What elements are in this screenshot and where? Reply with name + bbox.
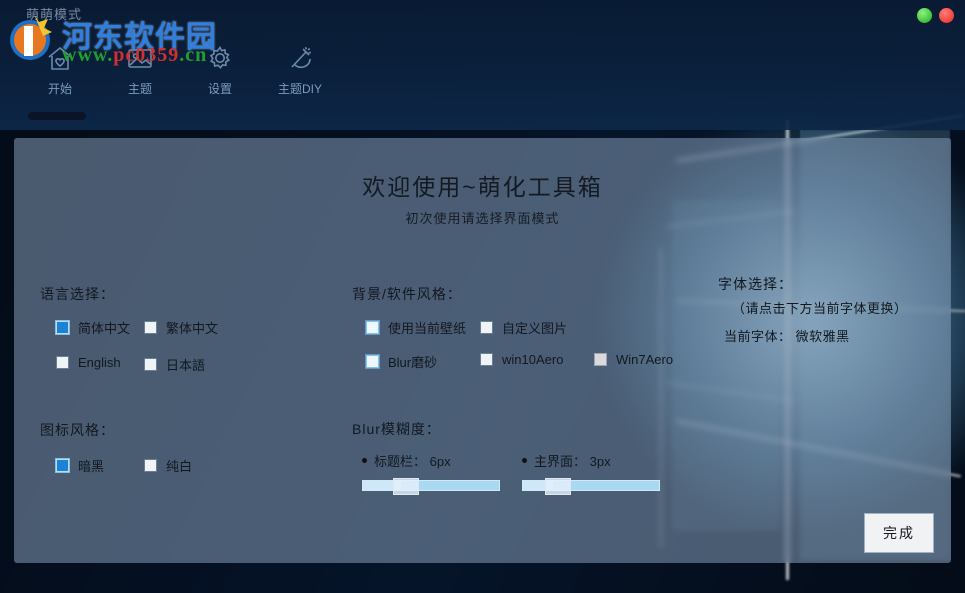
option-label: 使用当前壁纸 [388, 318, 466, 337]
blur-section-label: Blur模糊度： [352, 419, 441, 439]
font-section: 字体选择： （请点击下方当前字体更换） [718, 274, 908, 317]
current-font-value[interactable]: 当前字体： 微软雅黑 [724, 326, 850, 345]
font-section-label: 字体选择： [718, 274, 908, 294]
main-nav: 开始 主题 设置 [20, 38, 340, 97]
background-option-blur[interactable]: Blur磨砂 [366, 352, 437, 371]
checkbox-icon [144, 321, 157, 334]
option-label: 纯白 [166, 456, 192, 475]
background-option-win7aero[interactable]: Win7Aero [594, 352, 673, 367]
slider-caption: 标题栏： 6px [374, 451, 451, 470]
option-label: 繁体中文 [166, 318, 218, 337]
language-option-english[interactable]: English [56, 355, 121, 370]
nav-item-theme-diy[interactable]: 主题DIY [260, 38, 340, 97]
option-label: 自定义图片 [502, 318, 567, 337]
icon-style-section-label: 图标风格： [40, 420, 115, 440]
slider-thumb[interactable] [393, 478, 419, 495]
page-title: 欢迎使用~萌化工具箱 [14, 168, 951, 202]
slider-caption-row: 主界面： 3px [522, 451, 660, 470]
checkbox-icon [56, 459, 69, 472]
font-section-hint: （请点击下方当前字体更换） [732, 298, 908, 317]
slider-track[interactable] [522, 480, 660, 491]
checkbox-icon [480, 353, 493, 366]
slider-thumb[interactable] [545, 478, 571, 495]
option-label: 日本語 [166, 355, 205, 374]
background-style-section-label: 背景/软件风格： [352, 284, 462, 304]
nav-active-indicator [28, 112, 86, 120]
checkbox-icon [144, 358, 157, 371]
gear-icon [180, 38, 260, 78]
nav-label: 开始 [20, 80, 100, 97]
option-label: Win7Aero [616, 352, 673, 367]
checkbox-icon [594, 353, 607, 366]
picture-icon [100, 38, 180, 78]
magic-wand-icon [260, 38, 340, 78]
checkbox-icon [56, 356, 69, 369]
language-option-traditional-chinese[interactable]: 繁体中文 [144, 318, 218, 337]
option-label: win10Aero [502, 352, 563, 367]
bullet-icon [522, 458, 527, 463]
option-label: 简体中文 [78, 318, 130, 337]
slider-track[interactable] [362, 480, 500, 491]
background-option-win10aero[interactable]: win10Aero [480, 352, 563, 367]
slider-caption: 主界面： 3px [534, 451, 611, 470]
close-button[interactable] [939, 8, 954, 23]
nav-label: 主题 [100, 80, 180, 97]
minimize-button[interactable] [917, 8, 932, 23]
checkbox-icon [366, 321, 379, 334]
background-option-custom-image[interactable]: 自定义图片 [480, 318, 567, 337]
nav-item-theme[interactable]: 主题 [100, 38, 180, 97]
nav-item-settings[interactable]: 设置 [180, 38, 260, 97]
checkbox-icon [480, 321, 493, 334]
blur-slider-mainui: 主界面： 3px [522, 451, 660, 491]
nav-label: 设置 [180, 80, 260, 97]
finish-button[interactable]: 完成 [864, 513, 934, 553]
blur-slider-titlebar: 标题栏： 6px [362, 451, 500, 491]
app-window: 萌萌模式 开始 [0, 0, 965, 593]
checkbox-icon [56, 321, 69, 334]
settings-panel: 欢迎使用~萌化工具箱 初次使用请选择界面模式 语言选择： 简体中文 繁体中文 E… [14, 138, 951, 563]
window-title: 萌萌模式 [26, 4, 82, 23]
option-label: Blur磨砂 [388, 352, 437, 371]
background-option-current-wallpaper[interactable]: 使用当前壁纸 [366, 318, 466, 337]
slider-caption-row: 标题栏： 6px [362, 451, 500, 470]
language-option-japanese[interactable]: 日本語 [144, 355, 205, 374]
nav-item-start[interactable]: 开始 [20, 38, 100, 97]
option-label: English [78, 355, 121, 370]
home-heart-icon [20, 38, 100, 78]
bullet-icon [362, 458, 367, 463]
language-section-label: 语言选择： [40, 284, 115, 304]
page-subtitle: 初次使用请选择界面模式 [14, 208, 951, 227]
checkbox-icon [144, 459, 157, 472]
icon-style-option-white[interactable]: 纯白 [144, 456, 192, 475]
option-label: 暗黑 [78, 456, 104, 475]
checkbox-icon [366, 355, 379, 368]
title-bar: 萌萌模式 开始 [0, 0, 965, 130]
icon-style-option-dark[interactable]: 暗黑 [56, 456, 104, 475]
nav-label: 主题DIY [260, 80, 340, 97]
language-option-simplified-chinese[interactable]: 简体中文 [56, 318, 130, 337]
